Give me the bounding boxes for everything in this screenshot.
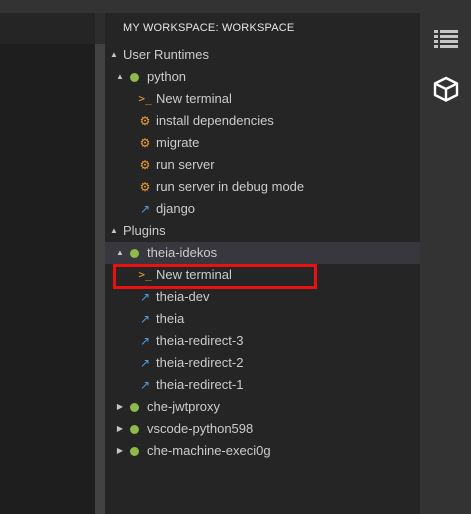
status-dot-icon bbox=[130, 249, 139, 258]
tree-node-che-machine-execi0g[interactable]: ▶ che-machine-execi0g bbox=[105, 440, 420, 462]
tree-node-label: User Runtimes bbox=[123, 47, 209, 62]
top-bar bbox=[0, 0, 471, 13]
chevron-right-icon[interactable]: ▶ bbox=[115, 396, 125, 418]
terminal-icon: >_ bbox=[138, 92, 152, 105]
tree-item-label: run server bbox=[156, 157, 215, 172]
status-dot-icon bbox=[130, 425, 139, 434]
status-dot-icon bbox=[130, 403, 139, 412]
tree-item-label: theia-redirect-1 bbox=[156, 377, 244, 392]
tree-item-label: django bbox=[156, 201, 196, 216]
editor-tab-strip bbox=[0, 13, 95, 44]
external-link-icon: ↗ bbox=[139, 334, 151, 348]
tree-node-vscode-python598[interactable]: ▶ vscode-python598 bbox=[105, 418, 420, 440]
external-link-icon: ↗ bbox=[139, 378, 151, 392]
chevron-down-icon[interactable]: ▲ bbox=[115, 66, 125, 88]
tree-node-label: che-machine-execi0g bbox=[147, 443, 271, 458]
workspace-cube-icon[interactable] bbox=[420, 65, 471, 113]
tree-item-label: New terminal bbox=[156, 91, 232, 106]
tree-node-che-jwtproxy[interactable]: ▶ che-jwtproxy bbox=[105, 396, 420, 418]
chevron-down-icon[interactable]: ▲ bbox=[109, 220, 119, 242]
tree-item-label: theia-redirect-2 bbox=[156, 355, 244, 370]
tree-item-migrate[interactable]: ⚙ migrate bbox=[105, 132, 420, 154]
tree-node-user-runtimes[interactable]: ▲ User Runtimes bbox=[105, 44, 420, 66]
highlight-box bbox=[113, 264, 317, 289]
tree-node-label: theia-idekos bbox=[147, 245, 218, 260]
tree-item-theia[interactable]: ↗ theia bbox=[105, 308, 420, 330]
editor-area bbox=[0, 13, 95, 514]
panel-title: MY WORKSPACE: WORKSPACE bbox=[123, 22, 295, 34]
tree-item-theia-redirect-2[interactable]: ↗ theia-redirect-2 bbox=[105, 352, 420, 374]
chevron-down-icon[interactable]: ▲ bbox=[109, 44, 119, 66]
tree-node-label: vscode-python598 bbox=[147, 421, 254, 436]
tree-item-label: theia bbox=[156, 311, 185, 326]
tree-node-theia-idekos[interactable]: ▲ theia-idekos bbox=[105, 242, 420, 264]
tree-item-label: migrate bbox=[156, 135, 200, 150]
tree-item-run-server-debug[interactable]: ⚙ run server in debug mode bbox=[105, 176, 420, 198]
gears-icon: ⚙ bbox=[139, 114, 151, 128]
tree-item-label: theia-redirect-3 bbox=[156, 333, 244, 348]
gears-icon: ⚙ bbox=[139, 158, 151, 172]
external-link-icon: ↗ bbox=[139, 202, 151, 216]
editor-scrollbar[interactable] bbox=[95, 13, 105, 514]
chevron-right-icon[interactable]: ▶ bbox=[115, 418, 125, 440]
external-link-icon: ↗ bbox=[139, 290, 151, 304]
tree-node-label: python bbox=[147, 69, 187, 84]
tree-item-new-terminal[interactable]: >_ New terminal bbox=[105, 88, 420, 110]
tree-item-theia-redirect-1[interactable]: ↗ theia-redirect-1 bbox=[105, 374, 420, 396]
tree-item-label: install dependencies bbox=[156, 113, 274, 128]
external-link-icon: ↗ bbox=[139, 312, 151, 326]
chevron-down-icon[interactable]: ▲ bbox=[115, 242, 125, 264]
tree-node-label: che-jwtproxy bbox=[147, 399, 220, 414]
tree-node-plugins[interactable]: ▲ Plugins bbox=[105, 220, 420, 242]
tree-item-install-dependencies[interactable]: ⚙ install dependencies bbox=[105, 110, 420, 132]
tree-node-label: Plugins bbox=[123, 223, 166, 238]
outline-icon[interactable] bbox=[420, 15, 471, 63]
tree-item-theia-redirect-3[interactable]: ↗ theia-redirect-3 bbox=[105, 330, 420, 352]
chevron-right-icon[interactable]: ▶ bbox=[115, 440, 125, 462]
external-link-icon: ↗ bbox=[139, 356, 151, 370]
tree-item-label: run server in debug mode bbox=[156, 179, 305, 194]
editor-scrollbar-thumb[interactable] bbox=[95, 44, 105, 514]
gears-icon: ⚙ bbox=[139, 136, 151, 150]
tree-item-django[interactable]: ↗ django bbox=[105, 198, 420, 220]
gears-icon: ⚙ bbox=[139, 180, 151, 194]
status-dot-icon bbox=[130, 447, 139, 456]
activity-bar bbox=[420, 13, 471, 514]
status-dot-icon bbox=[130, 73, 139, 82]
tree-node-python[interactable]: ▲ python bbox=[105, 66, 420, 88]
tree-item-theia-dev[interactable]: ↗ theia-dev bbox=[105, 286, 420, 308]
tree-item-label: theia-dev bbox=[156, 289, 210, 304]
tree-item-run-server[interactable]: ⚙ run server bbox=[105, 154, 420, 176]
